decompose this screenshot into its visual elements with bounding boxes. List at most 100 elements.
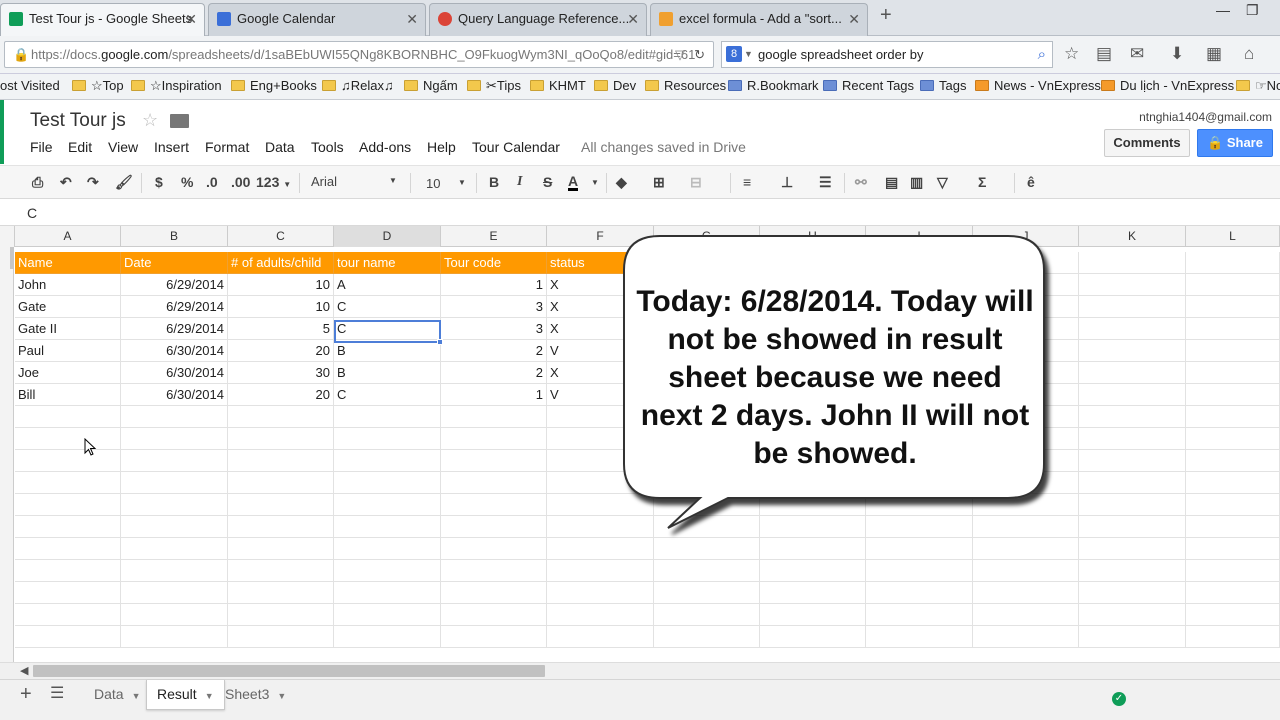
cell-d7[interactable]: C [334, 384, 441, 406]
empty-cell[interactable] [228, 604, 334, 626]
empty-cell[interactable] [973, 604, 1079, 626]
cell-b3[interactable]: 6/29/2014 [121, 296, 228, 318]
empty-cell[interactable] [973, 516, 1079, 538]
engine-dropdown-icon[interactable]: ▼ [744, 42, 753, 67]
empty-cell[interactable] [1186, 494, 1280, 516]
italic-button[interactable]: I [517, 174, 522, 190]
cell-b5[interactable]: 6/30/2014 [121, 340, 228, 362]
header-cell-c[interactable]: # of adults/child [228, 252, 334, 274]
dropdown-arrow-icon[interactable]: ▼ [205, 691, 214, 701]
cell-b2[interactable]: 6/29/2014 [121, 274, 228, 296]
address-bar[interactable]: 🔒 https://docs.google.com/spreadsheets/d… [4, 41, 714, 68]
browser-tab-query-reference[interactable]: Query Language Reference... ✕ [429, 3, 647, 36]
empty-cell[interactable] [866, 472, 973, 494]
cell-b6[interactable]: 6/30/2014 [121, 362, 228, 384]
column-header-a[interactable]: A [15, 226, 121, 247]
empty-cell[interactable] [441, 516, 547, 538]
empty-cell[interactable] [228, 428, 334, 450]
empty-cell[interactable] [334, 450, 441, 472]
bookmark-khmt[interactable]: KHMT [530, 78, 586, 93]
increase-decimal-button[interactable]: .00 [231, 174, 250, 190]
empty-cell[interactable] [441, 604, 547, 626]
maximize-icon[interactable]: ❐ [1246, 2, 1259, 19]
mail-icon[interactable]: ✉ [1130, 44, 1144, 64]
empty-cell[interactable] [973, 538, 1079, 560]
redo-icon[interactable]: ↷ [87, 174, 99, 191]
dropdown-arrow-icon[interactable]: ▼ [132, 691, 141, 701]
cell-a5[interactable]: Paul [15, 340, 121, 362]
menu-format[interactable]: Format [205, 139, 249, 155]
search-bar[interactable]: 8 ▼ google spreadsheet order by ⌕ [721, 41, 1053, 68]
column-header-e[interactable]: E [441, 226, 547, 247]
empty-cell[interactable] [866, 582, 973, 604]
empty-cell[interactable] [1079, 384, 1186, 406]
cell-d5[interactable]: B [334, 340, 441, 362]
text-color-dropdown-icon[interactable]: ▼ [591, 178, 599, 187]
cell-c6[interactable]: 30 [228, 362, 334, 384]
empty-cell[interactable] [334, 406, 441, 428]
empty-cell[interactable] [121, 604, 228, 626]
empty-cell[interactable] [441, 450, 547, 472]
empty-cell[interactable] [1079, 340, 1186, 362]
empty-cell[interactable] [15, 538, 121, 560]
bookmark-eng-books[interactable]: Eng+Books [231, 78, 317, 93]
empty-cell[interactable] [441, 494, 547, 516]
empty-cell[interactable] [654, 582, 760, 604]
more-formats-button[interactable]: 123 ▼ [256, 174, 291, 190]
close-tab-icon[interactable]: ✕ [848, 4, 860, 34]
empty-cell[interactable] [654, 516, 760, 538]
empty-cell[interactable] [15, 472, 121, 494]
empty-cell[interactable] [973, 252, 1079, 274]
menu-insert[interactable]: Insert [154, 139, 189, 155]
paint-format-icon[interactable]: 🖌 [115, 174, 133, 191]
empty-cell[interactable] [228, 560, 334, 582]
cell-d3[interactable]: C [334, 296, 441, 318]
cell-b4[interactable]: 6/29/2014 [121, 318, 228, 340]
empty-cell[interactable] [547, 472, 654, 494]
empty-cell[interactable] [334, 582, 441, 604]
empty-cell[interactable] [973, 472, 1079, 494]
bookmark-inspiration[interactable]: ☆Inspiration [131, 78, 222, 94]
empty-cell[interactable] [1079, 318, 1186, 340]
bookmark-dev[interactable]: Dev [594, 78, 636, 93]
empty-cell[interactable] [866, 626, 973, 648]
empty-cell[interactable] [1186, 384, 1280, 406]
empty-cell[interactable] [866, 538, 973, 560]
empty-cell[interactable] [1079, 494, 1186, 516]
empty-cell[interactable] [1186, 252, 1280, 274]
bookmark-ngam[interactable]: Ngấm [404, 78, 458, 93]
empty-cell[interactable] [15, 494, 121, 516]
empty-cell[interactable] [866, 252, 973, 274]
empty-cell[interactable] [228, 406, 334, 428]
star-icon[interactable]: ☆ [142, 110, 158, 131]
empty-cell[interactable] [1186, 472, 1280, 494]
bookmark-r-bookmark[interactable]: R.Bookmark [728, 78, 819, 93]
dropdown-arrow-icon[interactable]: ▼ [277, 691, 286, 701]
empty-cell[interactable] [973, 494, 1079, 516]
empty-cell[interactable] [973, 582, 1079, 604]
empty-cell[interactable] [441, 406, 547, 428]
empty-cell[interactable] [441, 538, 547, 560]
cell-e7[interactable]: 1 [441, 384, 547, 406]
empty-cell[interactable] [866, 560, 973, 582]
cell-c3[interactable]: 10 [228, 296, 334, 318]
cell-a2[interactable]: John [15, 274, 121, 296]
empty-cell[interactable] [228, 472, 334, 494]
empty-cell[interactable] [1079, 406, 1186, 428]
column-header-k[interactable]: K [1079, 226, 1186, 247]
empty-cell[interactable] [1186, 274, 1280, 296]
header-cell-e[interactable]: Tour code [441, 252, 547, 274]
empty-cell[interactable] [760, 626, 866, 648]
print-icon[interactable]: ⎙ [32, 174, 43, 191]
empty-cell[interactable] [1079, 626, 1186, 648]
column-header-b[interactable]: B [121, 226, 228, 247]
borders-icon[interactable]: ⊞ [653, 174, 665, 191]
undo-icon[interactable]: ↶ [60, 174, 72, 191]
empty-cell[interactable] [334, 494, 441, 516]
empty-cell[interactable] [334, 560, 441, 582]
currency-format-button[interactable]: $ [155, 174, 163, 190]
empty-cell[interactable] [1186, 450, 1280, 472]
user-email[interactable]: ntnghia1404@gmail.com [1139, 110, 1272, 124]
empty-cell[interactable] [1079, 274, 1186, 296]
bold-button[interactable]: B [489, 174, 499, 190]
